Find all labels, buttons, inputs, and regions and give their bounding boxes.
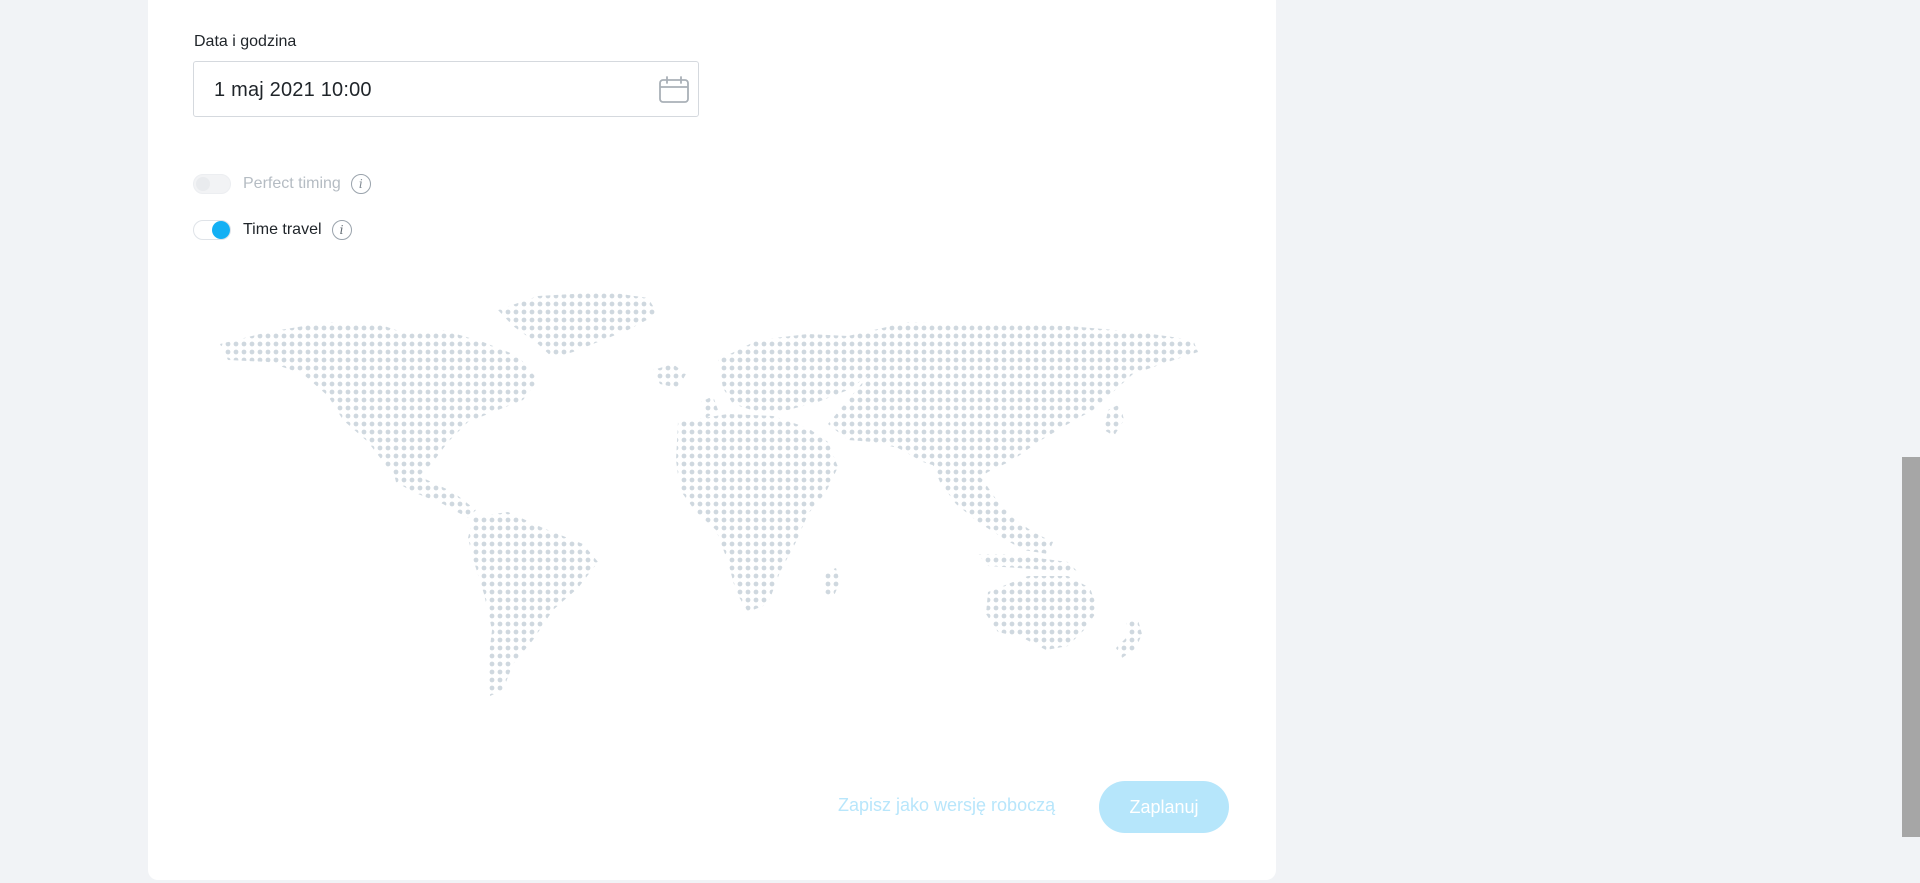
save-draft-button[interactable]: Zapisz jako wersję roboczą	[838, 795, 1055, 816]
world-map	[220, 292, 1198, 696]
datetime-label: Data i godzina	[194, 33, 297, 50]
datetime-input[interactable]: 1 maj 2021 10:00	[193, 61, 699, 117]
schedule-card: Data i godzina 1 maj 2021 10:00 Perfect …	[148, 0, 1276, 880]
datetime-value: 1 maj 2021 10:00	[214, 79, 372, 101]
perfect-timing-label: Perfect timing	[243, 175, 341, 192]
info-icon[interactable]: i	[331, 220, 352, 240]
perfect-timing-row: Perfect timing i	[193, 172, 371, 196]
time-travel-row: Time travel i	[193, 218, 352, 242]
info-icon[interactable]: i	[350, 174, 371, 194]
scrollbar-thumb[interactable]	[1902, 457, 1920, 837]
map-dots	[220, 292, 1198, 696]
calendar-icon[interactable]	[658, 75, 690, 105]
page: Data i godzina 1 maj 2021 10:00 Perfect …	[0, 0, 1920, 883]
toggle-knob	[212, 221, 230, 239]
time-travel-label: Time travel	[243, 221, 322, 238]
toggle-knob	[196, 177, 210, 191]
time-travel-toggle[interactable]	[193, 220, 231, 240]
perfect-timing-toggle[interactable]	[193, 174, 231, 194]
schedule-button[interactable]: Zaplanuj	[1099, 781, 1229, 833]
